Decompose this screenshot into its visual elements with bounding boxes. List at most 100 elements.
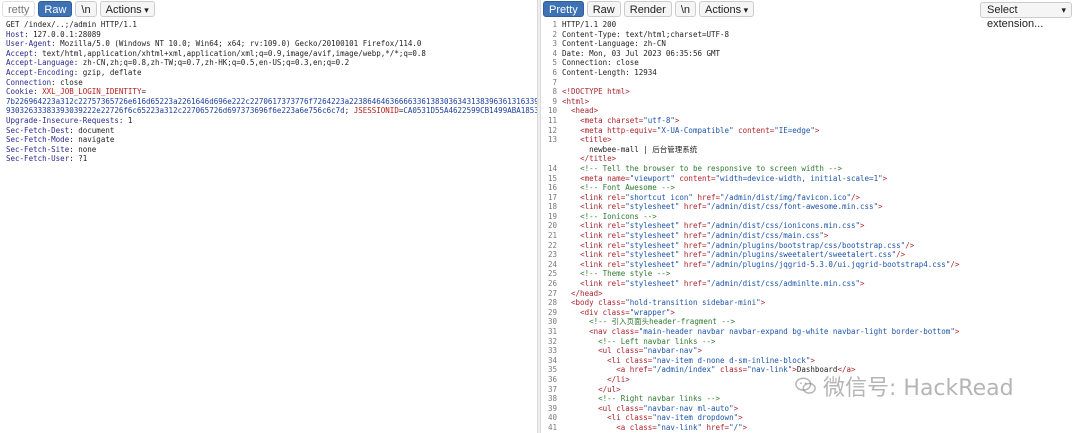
response-token: Content-Language: zh-CN bbox=[562, 39, 666, 49]
line-number: 14 bbox=[547, 163, 557, 173]
request-token: GET /index/..;/admin HTTP/1.1 bbox=[6, 20, 137, 29]
line-number: 10 bbox=[547, 106, 557, 116]
response-token bbox=[562, 260, 580, 270]
response-token: Date: Mon, 03 Jul 2023 06:35:56 GMT bbox=[562, 48, 721, 58]
response-token: href= bbox=[692, 192, 721, 202]
response-token: href= bbox=[679, 202, 707, 212]
response-token: > bbox=[882, 173, 888, 183]
response-line: 29 <div class= "wrapper" > bbox=[541, 308, 1080, 318]
response-token: </head> bbox=[571, 288, 603, 298]
response-line: 11 <meta charset= "utf-8" > bbox=[541, 116, 1080, 126]
response-token bbox=[562, 279, 580, 289]
response-token: <nav bbox=[589, 327, 612, 336]
select-extension-dropdown[interactable]: Select extension... ▾ bbox=[980, 2, 1072, 30]
line-number: 17 bbox=[547, 192, 557, 202]
response-token: class= bbox=[602, 307, 630, 317]
response-token: > bbox=[733, 403, 739, 413]
request-actions-menu[interactable]: Actions bbox=[99, 1, 155, 17]
request-toolbar: retty Raw \n Actions bbox=[0, 0, 537, 18]
line-number: 13 bbox=[547, 135, 557, 145]
response-token: "/admin/dist/css/font-awesome.min.css" bbox=[706, 202, 879, 212]
request-token: Sec-Fetch-Dest bbox=[6, 125, 70, 135]
response-line: 17 <link rel= "shortcut icon" href= "/admi… bbox=[541, 193, 1080, 203]
request-pane: retty Raw \n Actions GET /index/..;/admi… bbox=[0, 0, 537, 433]
response-token: "navbar-nav" bbox=[643, 346, 698, 356]
response-token bbox=[562, 250, 580, 260]
line-number bbox=[541, 154, 562, 164]
response-token: class= bbox=[715, 365, 748, 375]
response-token bbox=[562, 126, 580, 136]
response-token: "stylesheet" bbox=[625, 250, 680, 260]
response-token bbox=[562, 337, 598, 347]
response-line: 34 <li class= "nav-item d-none d-sm-inlin… bbox=[541, 356, 1080, 366]
response-token: href= bbox=[679, 250, 707, 260]
response-line: 40 <li class= "nav-item dropdown" > bbox=[541, 413, 1080, 423]
request-token: : 127.0.0.1:28089 bbox=[24, 29, 101, 39]
response-token: <li bbox=[607, 355, 626, 365]
response-token: <!-- Ionicons --> bbox=[580, 211, 657, 221]
response-token: HTTP/1.1 200 bbox=[562, 20, 617, 29]
response-token: rel= bbox=[607, 202, 626, 212]
request-token: Connection bbox=[6, 77, 52, 87]
request-line: Sec-Fetch-Dest: document bbox=[6, 126, 537, 136]
response-token bbox=[562, 298, 571, 308]
response-token: > bbox=[810, 355, 815, 365]
line-number: 27 bbox=[547, 288, 557, 298]
response-token: "wrapper" bbox=[629, 307, 671, 317]
response-raw-tab[interactable]: Raw bbox=[586, 1, 621, 17]
response-token: class= bbox=[625, 413, 653, 423]
line-number: 21 bbox=[547, 231, 557, 241]
response-line: 32 <!-- Left navbar links --> bbox=[541, 337, 1080, 347]
response-line: 16 <!-- Font Awesome --> bbox=[541, 183, 1080, 193]
response-token: "stylesheet" bbox=[625, 240, 680, 250]
response-token: rel= bbox=[607, 259, 626, 269]
response-token: charset= bbox=[607, 115, 644, 125]
response-actions-menu[interactable]: Actions bbox=[699, 1, 755, 17]
request-token: User-Agent bbox=[6, 39, 52, 49]
watermark: 微信号: HackRead bbox=[795, 370, 1014, 402]
response-render-tab[interactable]: Render bbox=[623, 1, 672, 17]
response-token: "navbar-nav ml-auto" bbox=[643, 403, 734, 413]
response-token: rel= bbox=[607, 279, 626, 289]
response-token: </ul> bbox=[598, 384, 621, 394]
line-number: 16 bbox=[547, 183, 557, 193]
response-token bbox=[562, 193, 580, 203]
response-token bbox=[562, 154, 580, 164]
response-token bbox=[562, 221, 580, 231]
request-pretty-tab[interactable]: retty bbox=[2, 1, 36, 17]
response-token: <title> bbox=[580, 135, 612, 145]
request-newline-toggle[interactable]: \n bbox=[75, 1, 97, 17]
line-number: 4 bbox=[552, 48, 557, 58]
request-token: : close bbox=[51, 77, 83, 87]
response-toolbar: Pretty Raw Render \n Actions Select exte… bbox=[541, 0, 1080, 30]
response-token bbox=[562, 385, 598, 395]
response-token: <link bbox=[580, 279, 608, 289]
response-token: /> bbox=[851, 192, 861, 202]
response-newline-toggle[interactable]: \n bbox=[674, 1, 697, 17]
request-token: Accept-Language bbox=[6, 58, 74, 68]
response-line: 18 <link rel= "stylesheet" href= "/admin/d… bbox=[541, 202, 1080, 212]
response-token: class= bbox=[616, 346, 644, 356]
response-token bbox=[562, 106, 571, 116]
response-token: href= bbox=[679, 259, 707, 269]
response-token: <link bbox=[580, 259, 608, 269]
request-line: Connection: close bbox=[6, 78, 537, 88]
request-token: Sec-Fetch-Site bbox=[6, 144, 70, 154]
line-number: 25 bbox=[547, 269, 557, 279]
response-line: 31 <nav class= "main-header navbar navbar… bbox=[541, 327, 1080, 337]
response-token: "stylesheet" bbox=[625, 279, 680, 289]
response-token bbox=[562, 202, 580, 212]
response-token: "/admin/plugins/jqgrid-5.3.0/ui.jqgrid-b… bbox=[706, 259, 951, 269]
response-token bbox=[562, 317, 589, 327]
response-pretty-tab[interactable]: Pretty bbox=[543, 1, 584, 17]
request-raw-tab[interactable]: Raw bbox=[38, 1, 73, 17]
response-token: rel= bbox=[607, 240, 626, 250]
request-editor[interactable]: GET /index/..;/admin HTTP/1.1 Host: 127.0… bbox=[0, 18, 537, 164]
request-line: GET /index/..;/admin HTTP/1.1 bbox=[6, 20, 537, 30]
line-number: 8 bbox=[552, 87, 557, 97]
request-token: : document bbox=[69, 125, 115, 135]
request-token: ; bbox=[344, 106, 354, 116]
response-token: Content-Length: 12934 bbox=[562, 67, 657, 77]
response-token: > bbox=[674, 115, 680, 125]
response-token: "/admin/dist/css/adminlte.min.css" bbox=[706, 279, 861, 289]
